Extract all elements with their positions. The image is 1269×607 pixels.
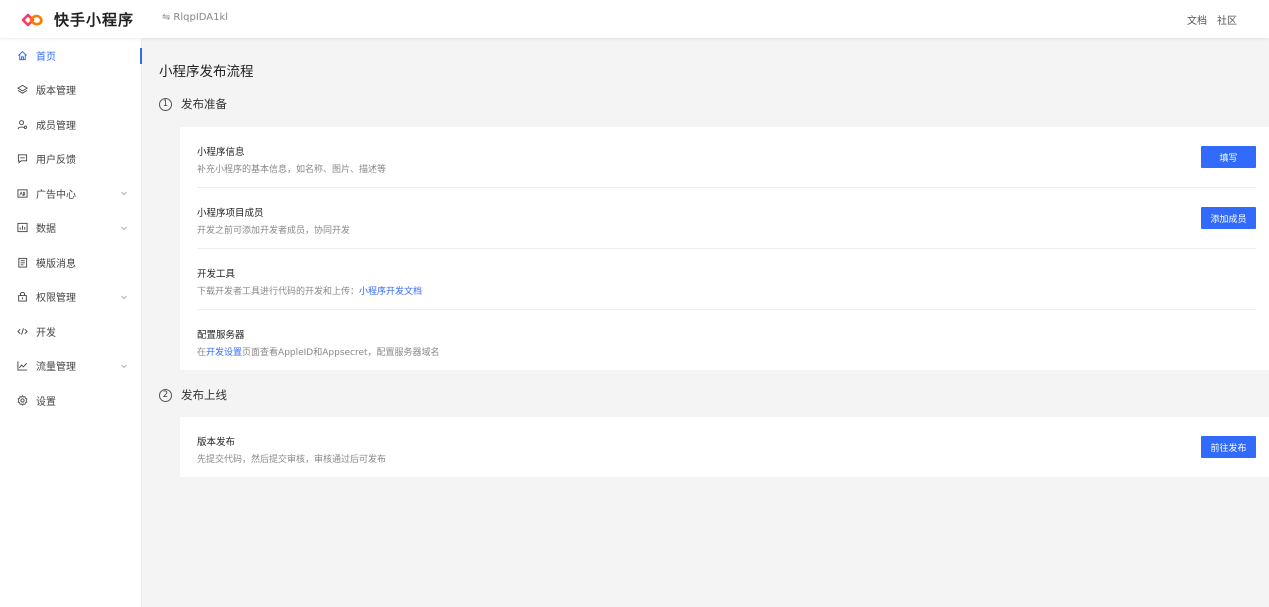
sidebar-item-label: 版本管理 [36, 86, 76, 98]
sidebar: 首页 版本管理 成员管理 用户反馈 广告中心 数据 模版消息 权限管理 开发 流… [0, 38, 142, 607]
row-title: 小程序信息 [197, 147, 245, 158]
sidebar-item-traffic[interactable]: 流量管理 [0, 349, 141, 384]
sidebar-item-label: 开发 [36, 327, 56, 339]
row-title: 开发工具 [197, 269, 236, 280]
sidebar-item-label: 数据 [36, 224, 56, 236]
home-icon [16, 49, 28, 61]
chart-icon [16, 222, 28, 234]
section-header-prepare: 1 发布准备 [159, 96, 227, 112]
release-card: 版本发布 先提交代码，然后提交审核，审核通过后可发布 前往发布 [180, 417, 1269, 477]
step-number: 2 [159, 388, 172, 402]
ad-icon [16, 187, 28, 199]
sidebar-item-label: 模版消息 [36, 258, 76, 270]
top-links: 文档 社区 [1187, 12, 1237, 27]
trend-icon [16, 360, 28, 372]
add-member-button[interactable]: 添加成员 [1201, 207, 1256, 229]
row-description: 下载开发者工具进行代码的开发和上传：小程序开发文档 [197, 284, 422, 297]
template-icon [16, 256, 28, 268]
brand-name: 快手小程序 [54, 11, 135, 29]
dev-docs-link[interactable]: 小程序开发文档 [359, 287, 422, 297]
sidebar-item-label: 首页 [36, 51, 56, 63]
row-description: 先提交代码，然后提交审核，审核通过后可发布 [197, 455, 387, 465]
dev-settings-link[interactable]: 开发设置 [206, 348, 242, 358]
row-description: 补充小程序的基本信息，如名称、图片、描述等 [197, 165, 387, 175]
docs-link[interactable]: 文档 [1187, 12, 1207, 27]
sidebar-item-data[interactable]: 数据 [0, 211, 141, 246]
app-switcher[interactable]: ⇋ RlqpIDA1kl [162, 12, 228, 23]
section-title: 发布上线 [181, 388, 227, 402]
chevron-down-icon [121, 191, 127, 196]
chevron-down-icon [121, 226, 127, 230]
chevron-down-icon [121, 295, 127, 299]
sidebar-item-ads[interactable]: 广告中心 [0, 176, 141, 211]
sidebar-item-label: 流量管理 [36, 362, 76, 374]
sidebar-item-permissions[interactable]: 权限管理 [0, 280, 141, 315]
code-icon [16, 325, 28, 337]
row-description: 在开发设置页面查看AppleID和Appsecret，配置服务器域名 [197, 345, 440, 358]
chevron-down-icon [121, 364, 127, 368]
top-header: 快手小程序 ⇋ RlqpIDA1kl 文档 社区 [0, 0, 1269, 38]
main-content: 小程序发布流程 1 发布准备 小程序信息 补充小程序的基本信息，如名称、图片、描… [143, 38, 1269, 607]
sidebar-item-label: 广告中心 [36, 189, 76, 201]
desc-text: 页面查看AppleID和Appsecret，配置服务器域名 [242, 348, 440, 358]
sidebar-item-label: 设置 [36, 396, 56, 408]
list-item: 配置服务器 在开发设置页面查看AppleID和Appsecret，配置服务器域名 [197, 310, 1256, 371]
sidebar-item-label: 成员管理 [36, 120, 76, 132]
sidebar-item-label: 权限管理 [36, 293, 76, 305]
sidebar-item-settings[interactable]: 设置 [0, 383, 141, 418]
sidebar-item-develop[interactable]: 开发 [0, 314, 141, 349]
go-publish-button[interactable]: 前往发布 [1201, 436, 1256, 458]
community-link[interactable]: 社区 [1217, 12, 1237, 27]
page-title: 小程序发布流程 [159, 64, 254, 80]
app-id: RlqpIDA1kl [173, 12, 229, 23]
swap-icon: ⇋ [162, 12, 171, 23]
layers-icon [16, 84, 28, 96]
desc-text: 下载开发者工具进行代码的开发和上传： [197, 287, 360, 297]
list-item: 小程序信息 补充小程序的基本信息，如名称、图片、描述等 填写 [197, 127, 1256, 188]
kuaishou-logo-icon [21, 13, 43, 26]
active-nav-indicator [140, 48, 142, 64]
row-title: 小程序项目成员 [197, 208, 264, 219]
prepare-card: 小程序信息 补充小程序的基本信息，如名称、图片、描述等 填写 小程序项目成员 开… [180, 127, 1269, 370]
users-icon [16, 118, 28, 130]
sidebar-item-members[interactable]: 成员管理 [0, 107, 141, 142]
step-number: 1 [159, 97, 172, 111]
fill-info-button[interactable]: 填写 [1201, 146, 1256, 168]
list-item: 小程序项目成员 开发之前可添加开发者成员，协同开发 添加成员 [197, 188, 1256, 249]
sidebar-item-versions[interactable]: 版本管理 [0, 73, 141, 108]
row-title: 版本发布 [197, 437, 236, 448]
sidebar-item-home[interactable]: 首页 [0, 38, 141, 73]
sidebar-item-templates[interactable]: 模版消息 [0, 245, 141, 280]
list-item: 版本发布 先提交代码，然后提交审核，审核通过后可发布 前往发布 [197, 417, 1256, 478]
desc-text: 在 [197, 348, 207, 358]
lock-icon [16, 291, 28, 303]
brand-logo[interactable]: 快手小程序 [20, 9, 134, 30]
row-title: 配置服务器 [197, 330, 245, 341]
sidebar-item-feedback[interactable]: 用户反馈 [0, 142, 141, 177]
gear-icon [16, 394, 28, 406]
section-header-release: 2 发布上线 [159, 387, 227, 403]
section-title: 发布准备 [181, 97, 227, 111]
sidebar-item-label: 用户反馈 [36, 155, 76, 167]
message-icon [16, 153, 28, 165]
list-item: 开发工具 下载开发者工具进行代码的开发和上传：小程序开发文档 [197, 249, 1256, 310]
row-description: 开发之前可添加开发者成员，协同开发 [197, 226, 351, 236]
